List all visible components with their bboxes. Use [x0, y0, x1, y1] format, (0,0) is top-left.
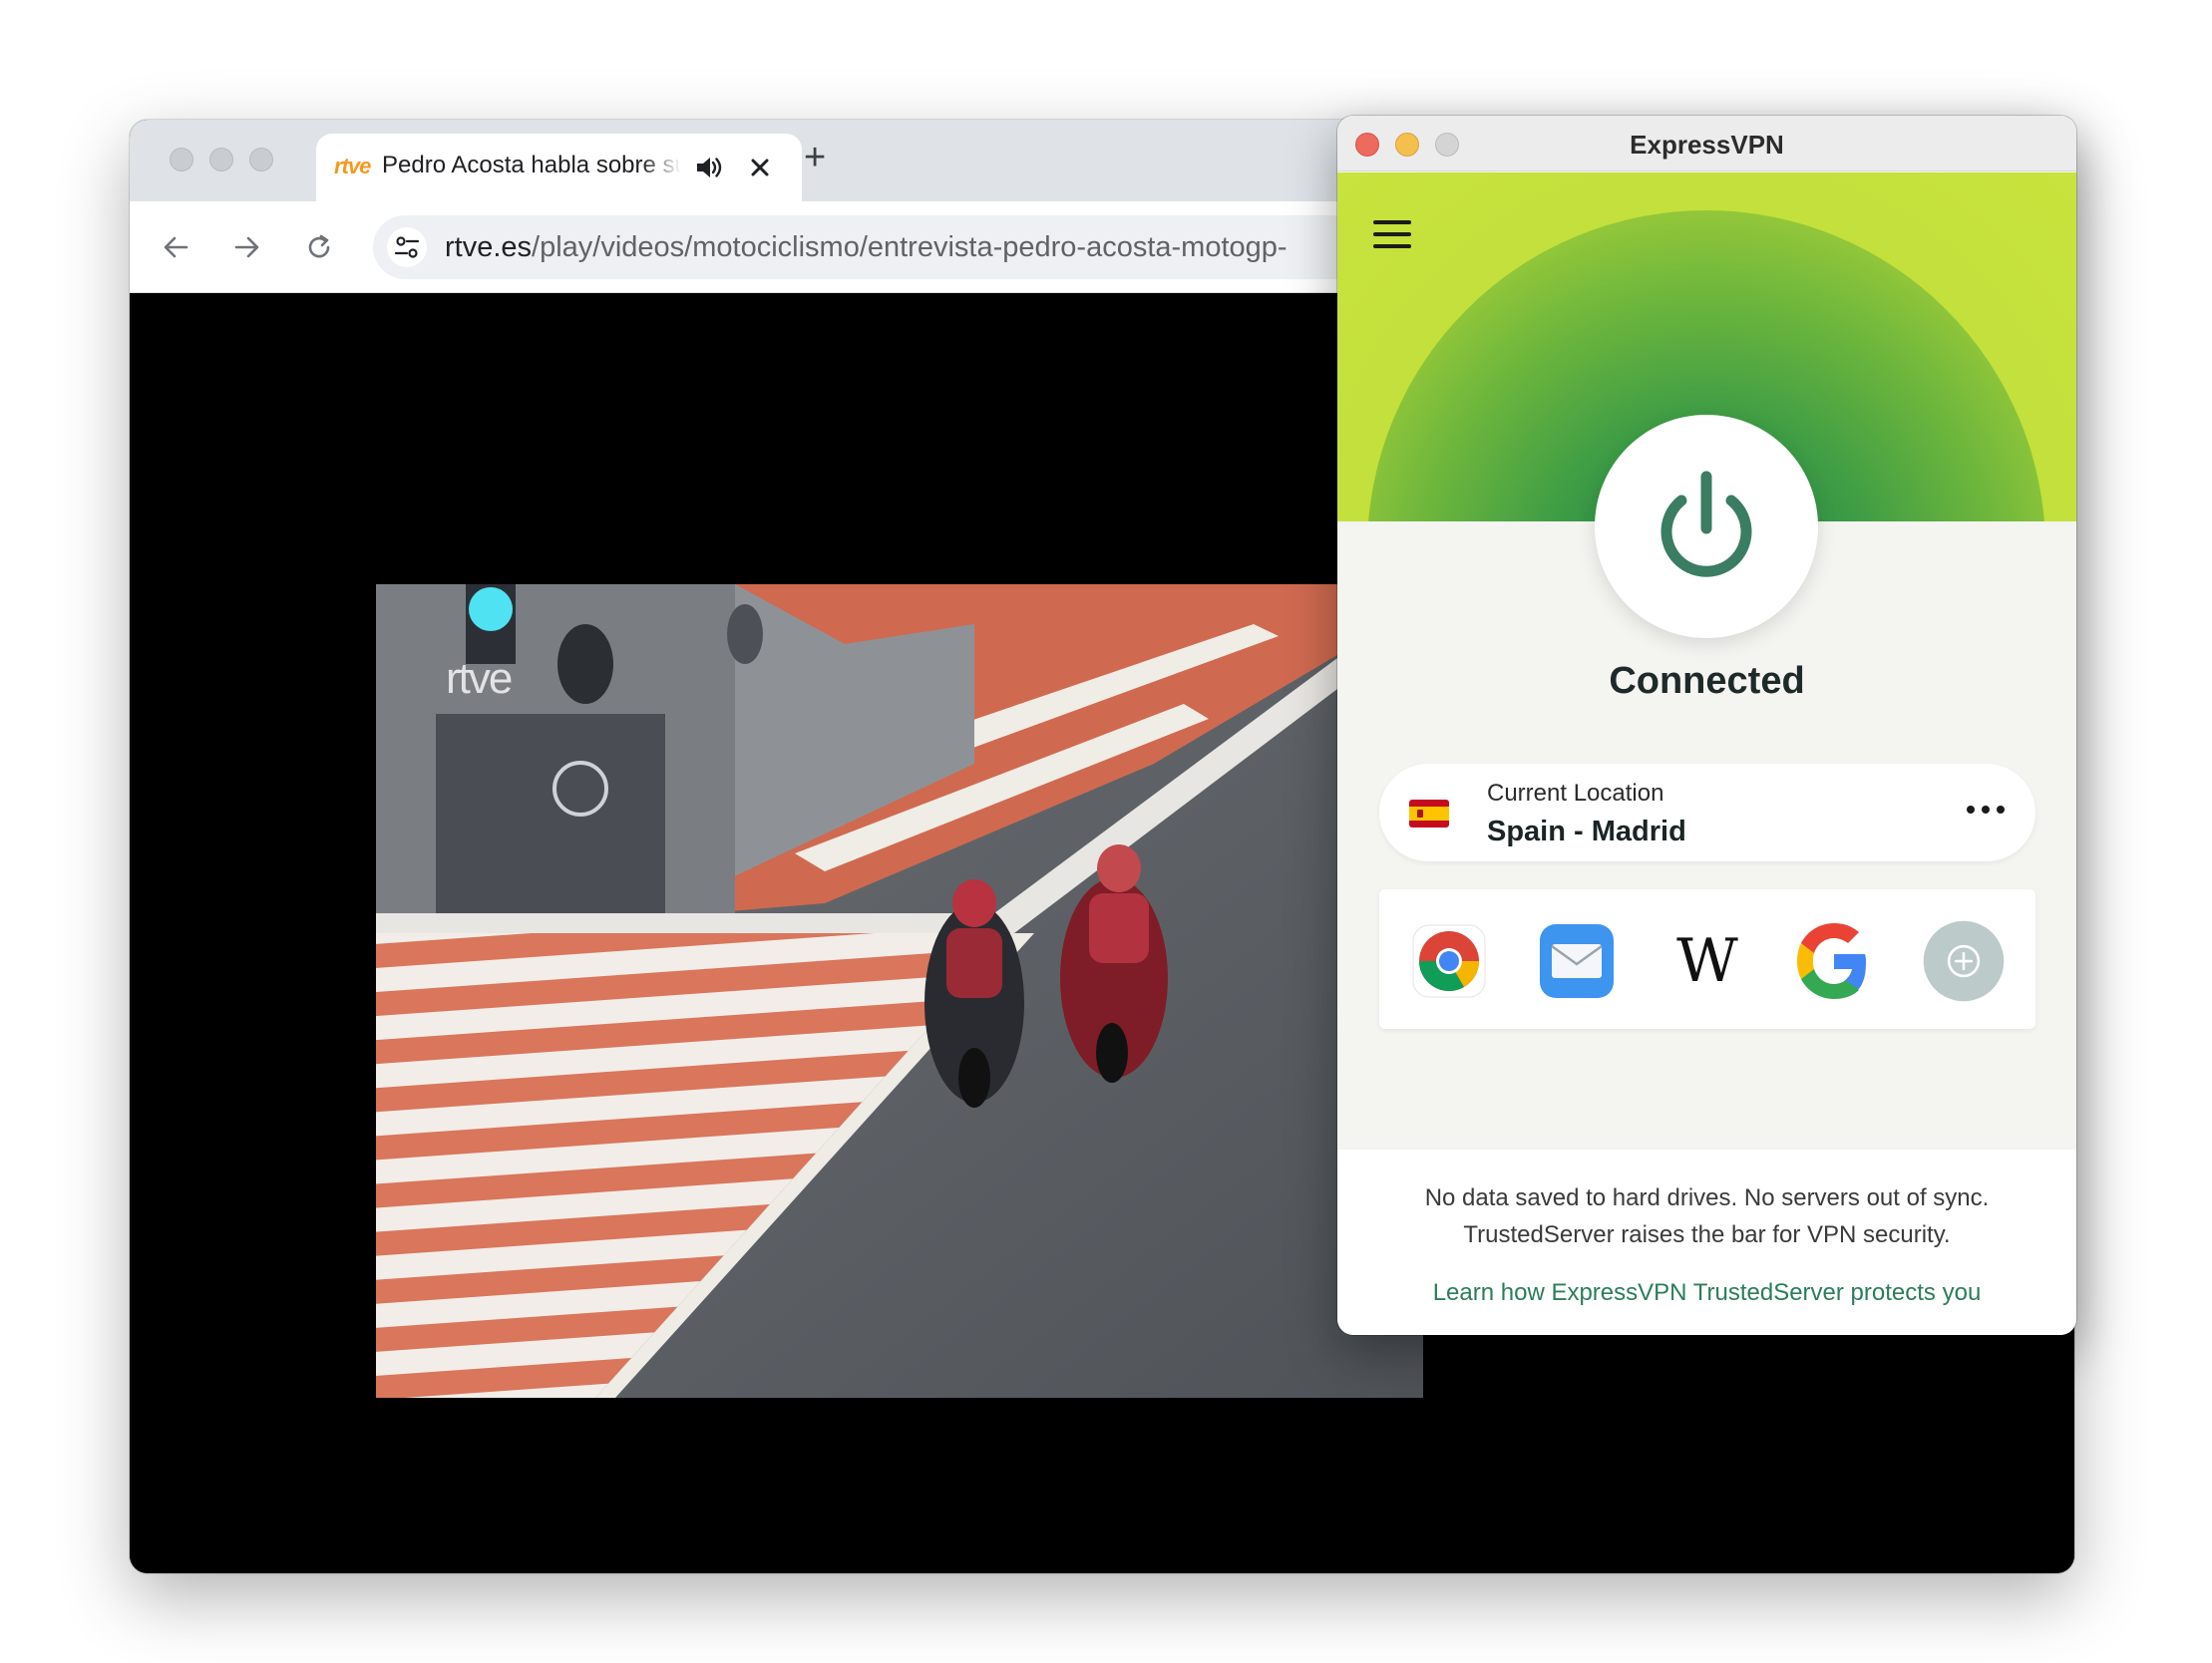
- location-value: Spain - Madrid: [1487, 816, 1686, 847]
- video-player[interactable]: rtve: [376, 584, 1423, 1398]
- window-zoom-button[interactable]: [249, 148, 273, 171]
- chrome-icon[interactable]: [1407, 919, 1491, 1003]
- rtve-favicon-icon: rtve: [334, 154, 371, 178]
- speaker-icon[interactable]: [693, 153, 723, 187]
- new-tab-button[interactable]: +: [804, 139, 826, 176]
- footer-line-2: TrustedServer raises the bar for VPN sec…: [1463, 1221, 1951, 1248]
- shortcut-bar: W: [1379, 889, 2035, 1029]
- tune-icon[interactable]: [387, 227, 427, 267]
- vpn-body: Connected Current Location Spain - Madri…: [1337, 116, 2076, 1150]
- mail-icon[interactable]: [1535, 919, 1619, 1003]
- power-button[interactable]: [1595, 415, 1818, 638]
- url-text: rtve.es/play/videos/motociclismo/entrevi…: [445, 231, 1288, 264]
- video-frame-image: [376, 584, 1423, 1398]
- url-path: /play/videos/motociclismo/entrevista-ped…: [532, 231, 1288, 263]
- vpn-footer: No data saved to hard drives. No servers…: [1337, 1150, 2076, 1335]
- tab-active[interactable]: rtve Pedro Acosta habla sobre su fichaje…: [316, 134, 802, 201]
- connection-status: Connected: [1609, 660, 1805, 702]
- url-host: rtve.es: [445, 231, 533, 263]
- footer-message: No data saved to hard drives. No servers…: [1337, 1179, 2076, 1253]
- window-close-button[interactable]: [170, 148, 193, 171]
- arrow-left-icon[interactable]: [156, 227, 195, 267]
- video-watermark: rtve: [446, 654, 513, 703]
- reload-icon[interactable]: [299, 227, 339, 267]
- wikipedia-icon[interactable]: W: [1665, 919, 1749, 1003]
- tab-title: Pedro Acosta habla sobre su fichaje por …: [382, 152, 681, 179]
- expressvpn-window: ExpressVPN Connected Current Location Sp…: [1337, 116, 2076, 1335]
- arrow-right-icon[interactable]: [227, 227, 267, 267]
- spain-flag-icon: [1409, 800, 1449, 828]
- location-picker[interactable]: Current Location Spain - Madrid: [1379, 764, 2035, 861]
- add-shortcut-icon[interactable]: [1922, 919, 2006, 1003]
- footer-line-1: No data saved to hard drives. No servers…: [1424, 1184, 1990, 1211]
- google-icon[interactable]: [1792, 919, 1876, 1003]
- trustedserver-link[interactable]: Learn how ExpressVPN TrustedServer prote…: [1337, 1279, 2076, 1307]
- more-options-icon[interactable]: [1966, 794, 2006, 815]
- location-label: Current Location: [1487, 780, 1664, 807]
- power-icon: [1660, 471, 1752, 577]
- close-icon[interactable]: [745, 146, 775, 187]
- window-minimize-button[interactable]: [209, 148, 233, 171]
